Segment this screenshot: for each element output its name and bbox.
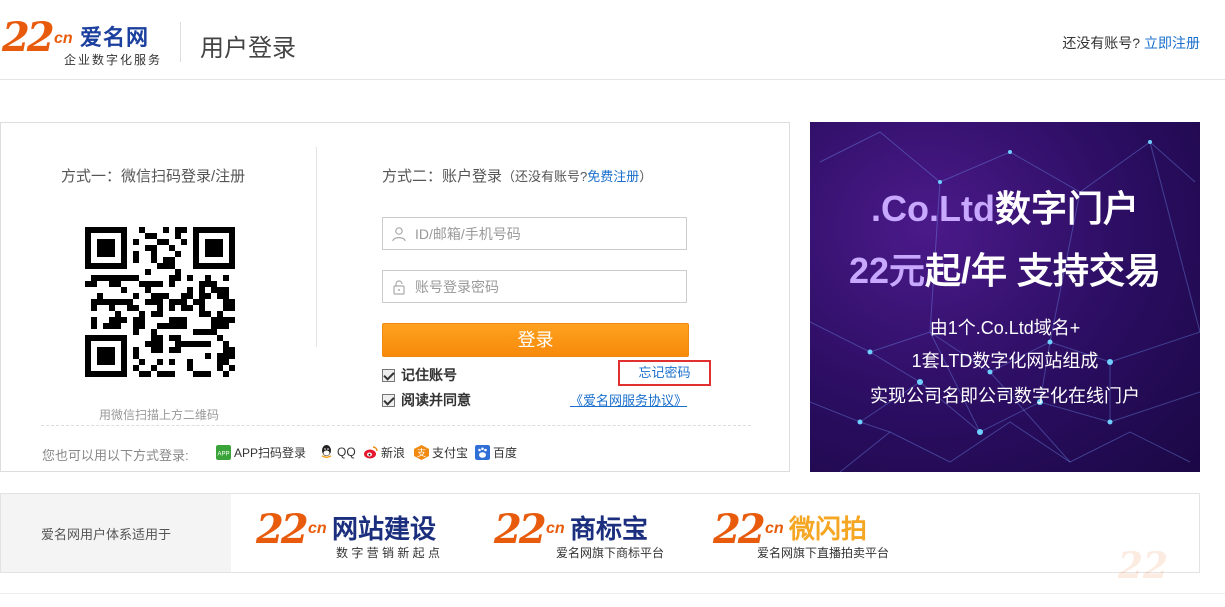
brand-website-building[interactable]: 22 cn 网站建设 数 字 营 销 新 起 点 [256, 504, 466, 564]
login-panel: 方式一：微信扫码登录/注册 用微信扫描上方二维码 方式二：账户登录（还没有账号?… [0, 122, 790, 472]
platform-bar: 爱名网用户体系适用于 22 cn 网站建设 数 字 营 销 新 起 点 22 c… [0, 493, 1200, 573]
free-register-link[interactable]: 免费注册 [587, 169, 639, 184]
qq-icon [321, 445, 332, 459]
other-login-label: 您也可以用以下方式登录: [42, 448, 189, 463]
brand-logo-cn: cn [308, 520, 327, 537]
brand-logo-number: 22 [256, 506, 309, 553]
login-option-alipay[interactable]: 支 支付宝 [414, 444, 468, 461]
remember-label: 记住账号 [401, 367, 457, 383]
hint-prefix: （还没有账号? [502, 169, 588, 184]
network-graphic [810, 131, 1200, 472]
svg-text:APP: APP [217, 452, 229, 458]
dashed-divider [41, 425, 751, 426]
account-login-title: 方式二：账户登录（还没有账号?免费注册） [382, 165, 652, 186]
remember-account-row: 记住账号 [382, 365, 457, 385]
site-logo[interactable]: 22 cn 爱名网 企业数字化服务 [2, 14, 172, 70]
password-field[interactable] [382, 270, 687, 303]
login-option-label: APP扫码登录 [234, 446, 307, 460]
remember-checkbox[interactable] [382, 369, 395, 382]
no-account-text: 还没有账号? [1062, 35, 1141, 51]
platform-bar-label: 爱名网用户体系适用于 [41, 527, 172, 542]
brand-logo-number: 22 [494, 506, 547, 553]
login-option-label: 新浪 [381, 446, 406, 460]
banner-headline-2-rest: 起/年 支持交易 [925, 250, 1162, 291]
bottom-divider [0, 593, 1225, 594]
svg-text:支: 支 [417, 447, 426, 459]
method-divider [316, 147, 317, 347]
agree-checkbox[interactable] [382, 394, 395, 407]
brand-logo-number: 22 [713, 506, 766, 553]
weibo-icon [364, 446, 378, 459]
header-divider [180, 22, 181, 62]
logo-watermark: 22 [1118, 545, 1169, 587]
user-icon [392, 227, 406, 242]
logo-tagline: 企业数字化服务 [64, 53, 163, 67]
app-icon: APP [216, 445, 231, 460]
brand-name: 商标宝 [570, 514, 649, 544]
banner-headline-1-rest: 数字门户 [994, 188, 1139, 229]
baidu-icon [475, 445, 490, 460]
wechat-qr-code [85, 227, 235, 377]
wechat-login-title: 方式一：微信扫码登录/注册 [61, 168, 246, 185]
banner-headline-1: .Co.Ltd数字门户 [810, 180, 1200, 232]
banner-headline-2: 22元起/年 支持交易 [810, 242, 1200, 294]
login-option-label: QQ [337, 444, 356, 459]
brand-name: 网站建设 [332, 514, 437, 544]
lock-icon [393, 280, 405, 295]
banner-line-3: 由1个.Co.Ltd域名+ [929, 318, 1081, 338]
login-button[interactable]: 登录 [382, 323, 689, 357]
login-option-weibo[interactable]: 新浪 [363, 444, 405, 461]
banner-line-4: 1套LTD数字化网站组成 [911, 351, 1099, 371]
hint-suffix: ） [639, 169, 653, 184]
brand-logo-cn: cn [765, 520, 784, 537]
brand-trademark[interactable]: 22 cn 商标宝 爱名网旗下商标平台 [494, 504, 684, 564]
login-option-label: 百度 [493, 446, 518, 460]
arrow-shape [201, 494, 231, 572]
free-register-hint: （还没有账号?免费注册） [502, 169, 652, 184]
brand-live-auction[interactable]: 22 cn 微闪拍 爱名网旗下直播拍卖平台 [713, 504, 913, 564]
service-agreement-link[interactable]: 《爱名网服务协议》 [570, 390, 687, 409]
page-title: 用户登录 [200, 35, 296, 62]
banner-line-5: 实现公司名即公司数字化在线门户 [870, 386, 1140, 406]
agree-label: 阅读并同意 [401, 392, 471, 408]
username-input[interactable] [415, 218, 683, 249]
promo-banner[interactable]: .Co.Ltd数字门户 22元起/年 支持交易 由1个.Co.Ltd域名+ 1套… [810, 122, 1200, 472]
banner-domain: .Co.Ltd [871, 188, 995, 229]
brand-name: 微闪拍 [789, 514, 868, 544]
banner-price: 22元 [848, 250, 926, 291]
alipay-icon: 支 [414, 445, 429, 460]
logo-name: 爱名网 [80, 25, 150, 50]
qr-tip: 用微信扫描上方二维码 [99, 408, 220, 422]
brand-logo-cn: cn [546, 520, 565, 537]
logo-cn: cn [54, 30, 73, 47]
login-option-label: 支付宝 [432, 446, 469, 460]
agree-row: 阅读并同意 [382, 390, 471, 410]
password-input[interactable] [415, 271, 683, 302]
account-login-title-text: 方式二：账户登录 [382, 168, 503, 185]
login-option-qq[interactable]: QQ [319, 444, 356, 459]
logo-number: 22 [2, 14, 55, 61]
platform-bar-label-area: 爱名网用户体系适用于 [1, 494, 231, 572]
forgot-password-link[interactable]: 忘记密码 [618, 360, 711, 386]
header: 22 cn 爱名网 企业数字化服务 用户登录 还没有账号? 立即注册 [0, 0, 1225, 80]
header-register-prompt: 还没有账号? 立即注册 [1062, 33, 1200, 53]
brand-sub: 爱名网旗下商标平台 [556, 546, 665, 560]
login-option-app[interactable]: APP APP扫码登录 [216, 444, 306, 461]
brand-sub: 数 字 营 销 新 起 点 [336, 546, 441, 560]
brand-sub: 爱名网旗下直播拍卖平台 [757, 546, 890, 560]
username-field[interactable] [382, 217, 687, 250]
login-option-baidu[interactable]: 百度 [475, 444, 517, 461]
register-link[interactable]: 立即注册 [1144, 35, 1200, 51]
